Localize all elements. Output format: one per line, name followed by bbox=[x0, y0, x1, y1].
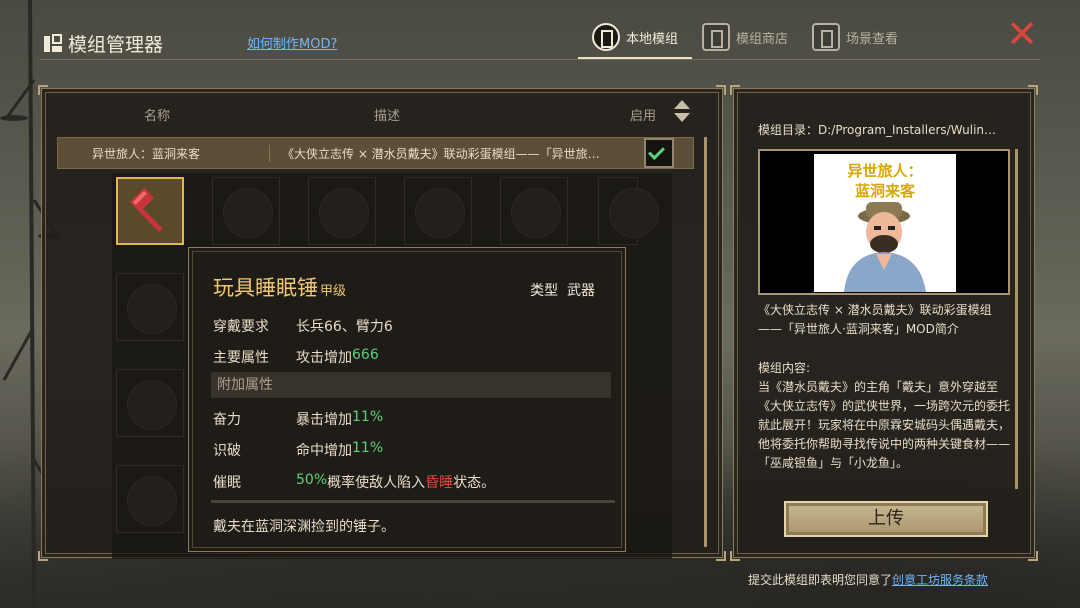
item-tooltip: 玩具睡眠锤 甲级 类型 武器 穿戴要求 长兵66、臂力6 主要属性 攻击增加 66… bbox=[188, 247, 626, 552]
extra-attr-label: 识破 bbox=[213, 443, 241, 459]
hammer-icon bbox=[129, 187, 163, 233]
terms-prefix: 提交此模组即表明您同意了 bbox=[748, 573, 893, 587]
item-title: 玩具睡眠锤 甲级 bbox=[213, 272, 346, 302]
hypnosis-status: 昏睡 bbox=[425, 475, 454, 491]
mod-preview: 异世旅人： 蓝洞来客 bbox=[758, 149, 1010, 295]
tab-mod-shop[interactable]: 模组商店 bbox=[690, 18, 800, 56]
hypnosis-label: 催眠 bbox=[213, 475, 241, 491]
preview-image: 异世旅人： 蓝洞来客 bbox=[814, 154, 956, 292]
tab-scene-view-label: 场景查看 bbox=[846, 31, 899, 47]
item-type-value: 武器 bbox=[567, 283, 595, 299]
item-type: 类型 武器 bbox=[530, 280, 595, 300]
dave-character-image bbox=[844, 202, 926, 292]
extra-attr-label: 奋力 bbox=[213, 412, 241, 428]
hypnosis-text: 概率使敌人陷入 bbox=[327, 475, 426, 491]
mod-enabled-checkbox[interactable] bbox=[644, 138, 674, 168]
item-slot[interactable] bbox=[116, 465, 184, 533]
sort-icon[interactable] bbox=[674, 100, 690, 124]
scene-icon bbox=[812, 23, 841, 51]
item-slot[interactable] bbox=[116, 273, 184, 341]
item-slot[interactable] bbox=[404, 177, 472, 245]
requirement-row: 穿戴要求 长兵66、臂力6 bbox=[213, 316, 393, 336]
upload-button[interactable]: 上传 bbox=[784, 501, 988, 537]
tab-scene-view[interactable]: 场景查看 bbox=[800, 18, 910, 56]
item-flavor-text: 戴夫在蓝洞深渊捡到的锤子。 bbox=[213, 519, 395, 535]
mod-summary: 《大侠立志传 × 潜水员戴夫》联动彩蛋模组——「异世旅人·蓝洞来客」MOD简介 bbox=[758, 303, 992, 336]
item-slot-hammer[interactable] bbox=[116, 177, 184, 245]
extra-attr-value: 11% bbox=[352, 409, 384, 425]
mod-directory: 模组目录：D:/Program_Installers/Wulin… bbox=[758, 123, 997, 137]
extra-attr-row: 奋力 暴击增加 11% bbox=[213, 409, 383, 429]
close-icon: ✕ bbox=[1006, 12, 1038, 56]
page-title-text: 模组管理器 bbox=[68, 34, 164, 56]
tab-bar: 本地模组 模组商店 场景查看 bbox=[580, 18, 910, 56]
requirement-label: 穿戴要求 bbox=[213, 319, 269, 335]
column-header-description: 描述 bbox=[374, 109, 401, 124]
tab-local-mods-label: 本地模组 bbox=[626, 31, 679, 47]
item-slot[interactable] bbox=[212, 177, 280, 245]
requirement-value: 长兵66、臂力6 bbox=[296, 319, 393, 335]
item-slot[interactable] bbox=[500, 177, 568, 245]
shop-icon bbox=[702, 23, 731, 51]
mod-name: 异世旅人：蓝洞来客 bbox=[58, 144, 270, 162]
terms-link[interactable]: 创意工坊服务条款 bbox=[892, 573, 988, 587]
hypnosis-row: 催眠 50% 概率使敌人陷入 昏睡 状态。 bbox=[213, 472, 495, 492]
mod-manager-icon bbox=[44, 33, 64, 54]
hypnosis-chance: 50% bbox=[296, 472, 328, 488]
mod-content-label: 模组内容: bbox=[758, 361, 811, 375]
how-to-make-mod-link[interactable]: 如何制作MOD? bbox=[247, 33, 337, 52]
extra-attr-header: 附加属性 bbox=[211, 372, 611, 398]
close-button[interactable]: ✕ bbox=[1004, 15, 1040, 53]
main-attr-label: 主要属性 bbox=[213, 350, 269, 366]
column-header-name: 名称 bbox=[144, 109, 171, 124]
main-attr-value: 666 bbox=[352, 347, 379, 363]
column-header-enabled: 启用 bbox=[630, 109, 657, 124]
mod-row[interactable]: 异世旅人：蓝洞来客 《大侠立志传 × 潜水员戴夫》联动彩蛋模组——「异世旅… bbox=[57, 137, 694, 169]
page-title: 模组管理器 bbox=[44, 30, 163, 57]
hypnosis-end: 状态。 bbox=[453, 475, 496, 491]
tab-local-mods[interactable]: 本地模组 bbox=[580, 18, 690, 56]
check-icon bbox=[648, 143, 665, 160]
main-attr-text: 攻击增加 bbox=[296, 350, 352, 366]
main-attr-row: 主要属性 攻击增加 666 bbox=[213, 347, 379, 367]
tooltip-divider bbox=[211, 500, 615, 503]
extra-attr-row: 识破 命中增加 11% bbox=[213, 440, 383, 460]
terms-notice: 提交此模组即表明您同意了创意工坊服务条款 bbox=[748, 571, 988, 588]
mod-content: 当《潜水员戴夫》的主角「戴夫」意外穿越至《大侠立志传》的武侠世界，一场跨次元的委… bbox=[758, 380, 1011, 470]
item-slot[interactable] bbox=[116, 369, 184, 437]
extra-attr-text: 命中增加 bbox=[296, 443, 352, 459]
extra-attr-value: 11% bbox=[352, 440, 384, 456]
mod-description: 《大侠立志传 × 潜水员戴夫》联动彩蛋模组——「异世旅… bbox=[282, 146, 600, 161]
mod-detail-panel: 模组目录：D:/Program_Installers/Wulin… 异世旅人： … bbox=[730, 85, 1038, 561]
tab-mod-shop-label: 模组商店 bbox=[736, 31, 789, 47]
header-divider bbox=[40, 59, 1040, 60]
extra-attr-text: 暴击增加 bbox=[296, 412, 352, 428]
item-grade: 甲级 bbox=[320, 284, 347, 299]
book-icon bbox=[592, 23, 620, 51]
item-slot[interactable] bbox=[598, 177, 659, 245]
detail-scrollbar[interactable] bbox=[1015, 149, 1018, 489]
item-slot[interactable] bbox=[308, 177, 376, 245]
mod-list-scrollbar[interactable] bbox=[704, 137, 707, 547]
item-name: 玩具睡眠锤 bbox=[213, 276, 318, 300]
item-type-label: 类型 bbox=[530, 283, 559, 299]
